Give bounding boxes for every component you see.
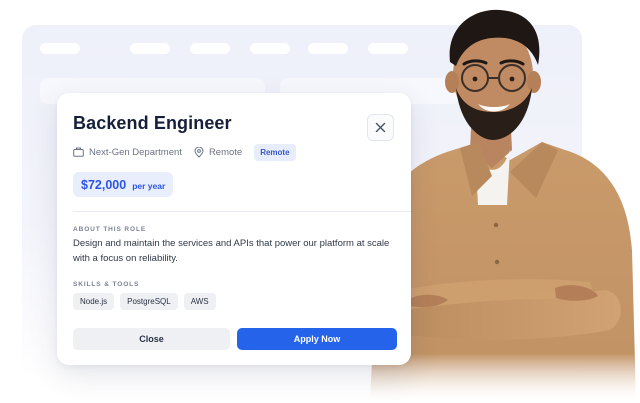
- background-nav-pill: [250, 43, 290, 54]
- divider: [73, 211, 411, 212]
- apply-now-button[interactable]: Apply Now: [237, 328, 397, 350]
- job-title: Backend Engineer: [73, 113, 232, 133]
- location-pin-icon: [194, 146, 204, 158]
- salary-period: per year: [132, 181, 166, 191]
- department-text: Next-Gen Department: [89, 146, 182, 158]
- close-button[interactable]: Close: [73, 328, 230, 350]
- skill-tag: Node.js: [73, 293, 115, 310]
- close-x-button[interactable]: [367, 114, 394, 141]
- close-icon: [375, 122, 386, 133]
- briefcase-icon: [73, 147, 84, 157]
- background-nav-pill: [130, 43, 170, 54]
- description-line: with a focus on reliability.: [73, 253, 178, 264]
- job-description: Design and maintain the services and API…: [73, 236, 393, 266]
- location-text: Remote: [208, 146, 243, 158]
- department-meta: Next-Gen Department: [73, 147, 182, 158]
- description-line: Design and maintain the services and API…: [73, 238, 390, 249]
- stage: Backend Engineer Next-Gen Department Rem…: [0, 0, 640, 403]
- skill-tag: AWS: [183, 293, 216, 310]
- work-type-badge: Remote: [254, 143, 296, 161]
- salary-chip: $72,000 per year: [73, 172, 174, 197]
- background-nav-pill: [190, 43, 230, 54]
- skills-list: Node.js PostgreSQL AWS: [73, 293, 222, 310]
- background-nav-pill: [40, 43, 80, 54]
- salary-amount: $72,000: [81, 178, 127, 192]
- job-detail-card: Backend Engineer Next-Gen Department Rem…: [57, 93, 411, 365]
- about-section-label: ABOUT THIS ROLE: [73, 226, 147, 233]
- background-nav-pill: [308, 43, 348, 54]
- location-meta: Remote: [194, 146, 243, 158]
- skill-tag: PostgreSQL: [120, 293, 178, 310]
- skills-section-label: SKILLS & TOOLS: [73, 281, 140, 288]
- job-meta-row: Next-Gen Department Remote Remote: [73, 143, 296, 161]
